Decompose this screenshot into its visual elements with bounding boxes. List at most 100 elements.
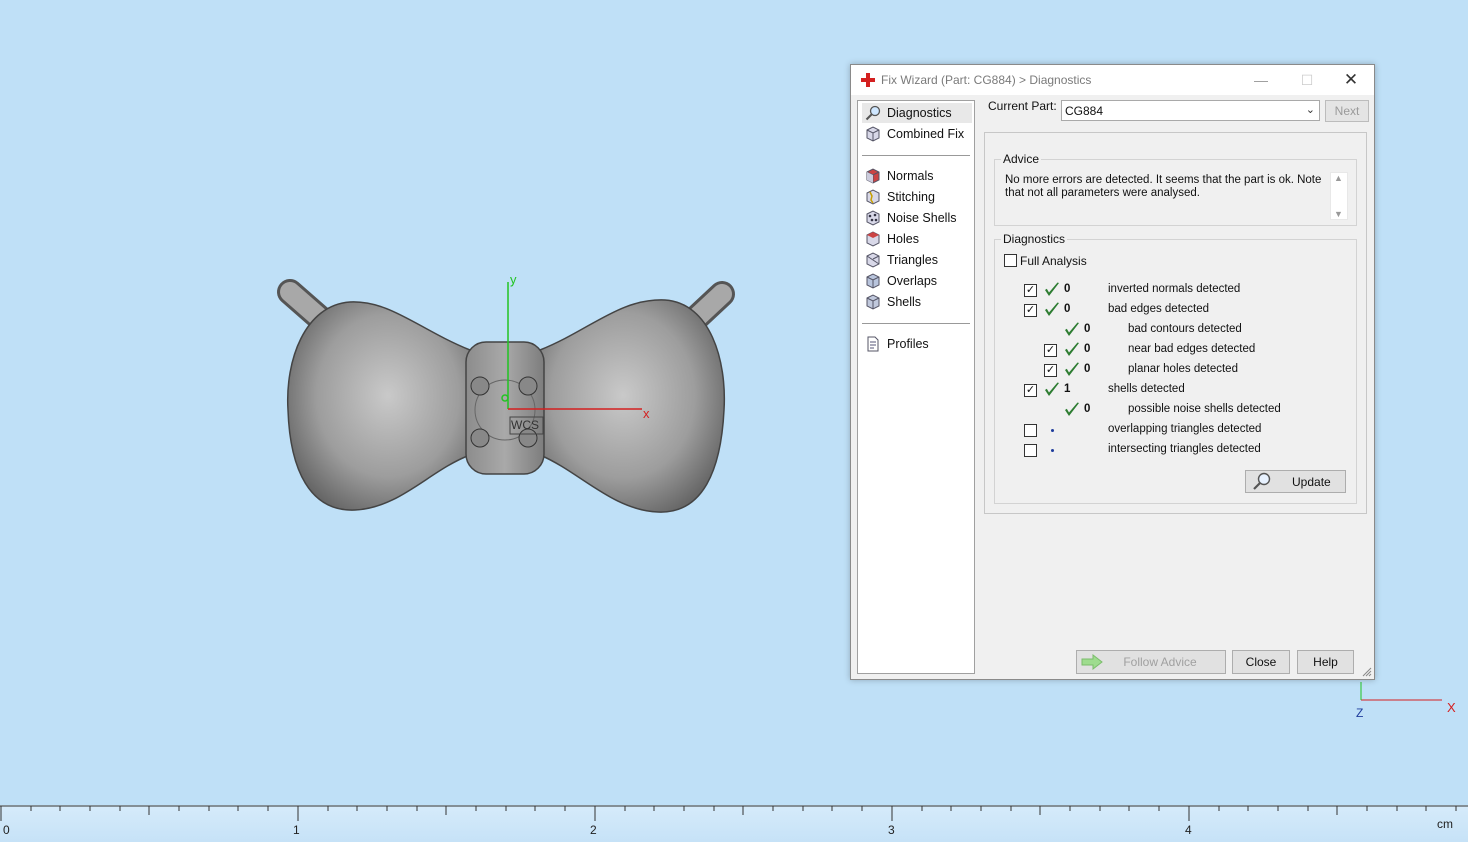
full-analysis-checkbox[interactable] <box>1004 254 1017 267</box>
nav-item-holes[interactable]: Holes <box>862 229 972 249</box>
diagnostic-checkbox[interactable] <box>1024 444 1037 457</box>
ruler-mark-3: 3 <box>888 823 895 837</box>
nav-item-normals[interactable]: Normals <box>862 166 972 186</box>
not-analysed-dot <box>1051 429 1054 432</box>
nav-item-overlaps[interactable]: Overlaps <box>862 271 972 291</box>
corner-x-label: X <box>1447 700 1456 715</box>
diagnostic-checkbox[interactable]: ✓ <box>1024 284 1037 297</box>
follow-advice-button[interactable]: Follow Advice <box>1076 650 1226 674</box>
ruler-mark-2: 2 <box>590 823 597 837</box>
diagnostic-count: 0 <box>1084 323 1091 335</box>
nav-divider <box>862 155 970 156</box>
diagnostic-count: 0 <box>1084 343 1091 355</box>
nav-item-noise-shells[interactable]: Noise Shells <box>862 208 972 228</box>
advice-title: Advice <box>1001 152 1042 166</box>
diagnostic-label: planar holes detected <box>1128 363 1238 375</box>
triangles-icon <box>866 252 880 268</box>
diagnostic-label: shells detected <box>1108 383 1185 395</box>
next-button[interactable]: Next <box>1325 100 1369 122</box>
wcs-label: WCS <box>511 418 539 432</box>
current-part-label: Current Part: <box>988 99 1057 113</box>
nav-item-shells[interactable]: Shells <box>862 292 972 312</box>
app-cross-icon <box>861 73 875 87</box>
diagnostic-label: possible noise shells detected <box>1128 403 1281 415</box>
resize-grip-icon[interactable] <box>1362 667 1372 677</box>
nav-label: Normals <box>887 169 934 183</box>
update-button[interactable]: Update <box>1245 470 1346 493</box>
ok-check-icon <box>1045 382 1059 396</box>
diagnostic-checkbox[interactable] <box>1024 424 1037 437</box>
ruler-ticks <box>0 805 1468 821</box>
diagnostic-label: near bad edges detected <box>1128 343 1256 355</box>
maximize-button[interactable]: ☐ <box>1284 65 1330 95</box>
ok-check-icon <box>1045 302 1059 316</box>
advice-scrollbar[interactable]: ▲ ▼ <box>1330 172 1348 220</box>
dialog-title: Fix Wizard (Part: CG884) > Diagnostics <box>881 73 1092 87</box>
ruler-unit: cm <box>1437 817 1453 831</box>
advice-text: No more errors are detected. It seems th… <box>1005 174 1322 199</box>
nav-item-profiles[interactable]: Profiles <box>862 334 972 354</box>
diagnostic-count: 0 <box>1064 303 1071 315</box>
nav-label: Overlaps <box>887 274 938 288</box>
nav-item-diagnostics[interactable]: Diagnostics <box>862 103 972 123</box>
help-button[interactable]: Help <box>1297 650 1354 674</box>
diagnostic-checkbox[interactable]: ✓ <box>1044 344 1057 357</box>
profiles-icon <box>867 336 879 352</box>
follow-advice-label: Follow Advice <box>1123 655 1197 669</box>
x-axis-label: x <box>643 406 650 421</box>
diagnostics-title: Diagnostics <box>1001 232 1068 246</box>
nav-item-stitching[interactable]: Stitching <box>862 187 972 207</box>
full-analysis-label: Full Analysis <box>1020 254 1087 268</box>
diagnostics-group: Diagnostics ✓ 0 inverted normals detected ✓… <box>994 232 1357 504</box>
ok-check-icon <box>1065 322 1079 336</box>
diagnostic-checkbox[interactable]: ✓ <box>1024 304 1037 317</box>
nav-label: Profiles <box>887 337 929 351</box>
minimize-button[interactable]: — <box>1238 65 1284 95</box>
nav-label: Combined Fix <box>887 127 965 141</box>
diagnostic-checkbox[interactable]: ✓ <box>1024 384 1037 397</box>
current-part-value: CG884 <box>1065 104 1104 118</box>
ok-check-icon <box>1065 402 1079 416</box>
magnifier-icon <box>865 105 881 121</box>
diagnostic-label: overlapping triangles detected <box>1108 423 1262 435</box>
nav-label: Noise Shells <box>887 211 957 225</box>
ok-check-icon <box>1045 282 1059 296</box>
ruler: 0 1 2 3 4 cm <box>0 805 1468 842</box>
diagnostic-count: 0 <box>1084 363 1091 375</box>
not-analysed-dot <box>1051 449 1054 452</box>
corner-z-label: Z <box>1356 706 1364 720</box>
advice-group: Advice No more errors are detected. It s… <box>994 152 1357 226</box>
diagnostic-label: bad edges detected <box>1108 303 1210 315</box>
close-window-button[interactable]: ✕ <box>1328 65 1374 95</box>
bow-model <box>277 279 735 513</box>
diagnostic-label: intersecting triangles detected <box>1108 443 1261 455</box>
nav-item-triangles[interactable]: Triangles <box>862 250 972 270</box>
current-part-select[interactable]: CG884 ⌄ <box>1061 100 1320 121</box>
nav-label: Triangles <box>887 253 938 267</box>
nav-label: Diagnostics <box>887 106 952 120</box>
arrow-right-icon <box>1081 654 1103 670</box>
diagnostic-checkbox[interactable]: ✓ <box>1044 364 1057 377</box>
normals-icon <box>866 168 880 184</box>
scroll-up-icon[interactable]: ▲ <box>1334 173 1343 183</box>
wizard-nav: Diagnostics Combined Fix Normals Stitchi… <box>857 100 975 674</box>
overlaps-icon <box>866 273 880 289</box>
ok-check-icon <box>1065 362 1079 376</box>
nav-label: Shells <box>887 295 922 309</box>
combined-fix-icon <box>866 126 880 142</box>
chevron-down-icon: ⌄ <box>1305 104 1315 116</box>
nav-item-combined-fix[interactable]: Combined Fix <box>862 124 972 144</box>
ok-check-icon <box>1065 342 1079 356</box>
diagnostic-count: 0 <box>1084 403 1091 415</box>
diagnostics-panel: Advice No more errors are detected. It s… <box>984 132 1367 514</box>
title-bar[interactable]: Fix Wizard (Part: CG884) > Diagnostics —… <box>851 65 1374 95</box>
diagnostic-count: 1 <box>1064 383 1071 395</box>
scroll-down-icon[interactable]: ▼ <box>1334 209 1343 219</box>
stitching-icon <box>866 189 880 205</box>
diagnostic-count: 0 <box>1064 283 1071 295</box>
y-axis-label: y <box>510 272 517 287</box>
close-button[interactable]: Close <box>1232 650 1290 674</box>
magnifier-icon <box>1253 472 1271 490</box>
holes-icon <box>866 231 880 247</box>
nav-label: Holes <box>887 232 919 246</box>
